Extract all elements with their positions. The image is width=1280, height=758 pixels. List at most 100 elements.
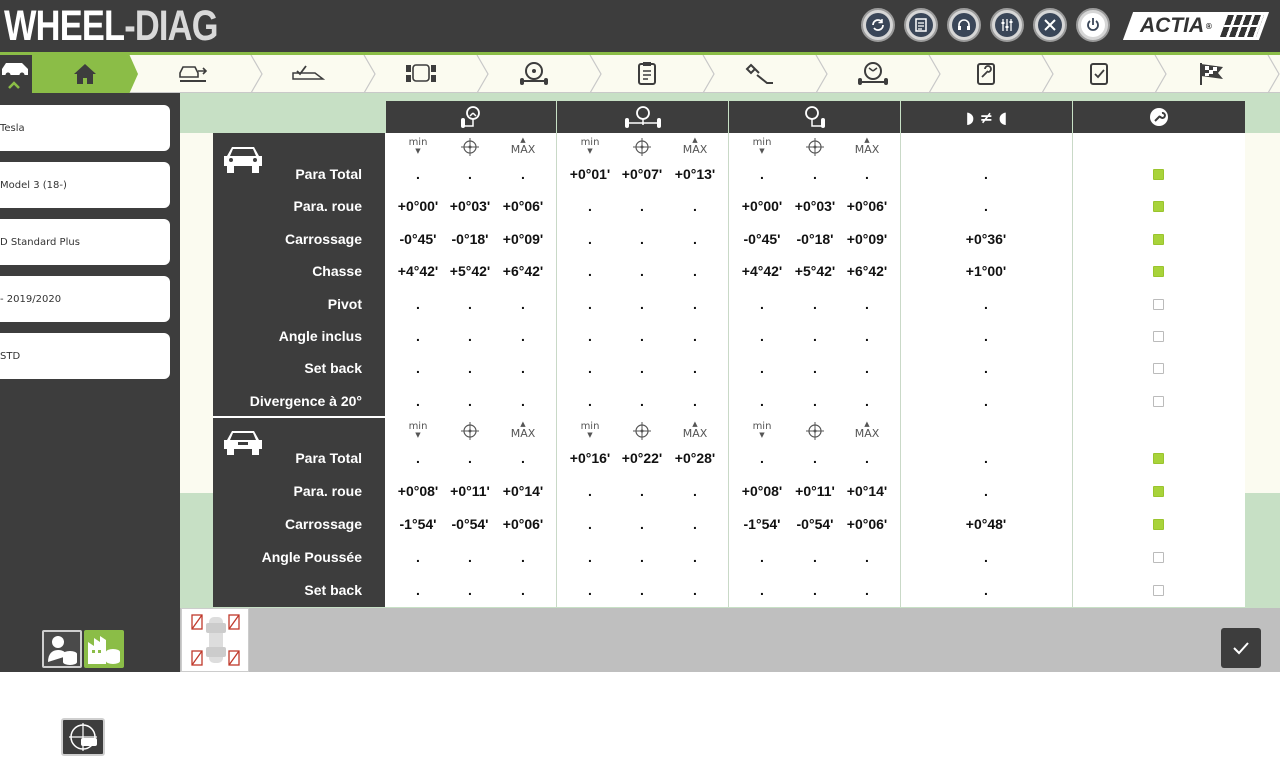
power-button[interactable] xyxy=(1076,8,1110,42)
nav-step-document-tool[interactable] xyxy=(929,55,1043,93)
front-row-label: Para Total xyxy=(295,166,362,182)
adjust-checkbox[interactable] xyxy=(1153,169,1164,180)
adjust-checkbox[interactable] xyxy=(1153,266,1164,278)
col-divider xyxy=(1072,133,1073,607)
nav-step-home[interactable] xyxy=(32,55,138,93)
spec-value: . xyxy=(640,483,644,499)
adjust-checkbox[interactable] xyxy=(1153,331,1164,342)
spec-value: . xyxy=(693,582,697,598)
spec-value: . xyxy=(640,360,644,377)
settings-sliders-button[interactable] xyxy=(990,8,1024,42)
spec-value: . xyxy=(760,582,764,598)
spec-value: . xyxy=(588,516,592,532)
col-divider xyxy=(556,133,557,607)
spec-value: . xyxy=(760,166,764,182)
spec-value: +0°03' xyxy=(794,198,836,215)
spec-value: . xyxy=(760,450,764,466)
spec-value: +0°11' xyxy=(795,483,835,499)
spec-value: -0°54' xyxy=(451,516,489,532)
nav-step-vehicle-sensors[interactable] xyxy=(364,55,478,93)
nav-step-clipboard[interactable] xyxy=(590,55,704,93)
vehicle-years-label: - 2019/2020 xyxy=(0,293,62,305)
home-icon xyxy=(74,64,96,84)
vehicle-option[interactable]: STD xyxy=(0,333,170,379)
spec-value: . xyxy=(521,549,525,565)
spec-value: +0°09' xyxy=(846,230,888,247)
headset-icon xyxy=(952,13,976,37)
user-database-button[interactable] xyxy=(42,630,82,668)
confirm-button[interactable] xyxy=(1221,628,1261,668)
target-icon xyxy=(795,137,835,160)
spec-value: . xyxy=(588,392,592,409)
vehicle-make[interactable]: Tesla xyxy=(0,105,170,151)
spec-value: +0°00' xyxy=(397,198,439,215)
difference-icon: ◗ ≠ ◖ xyxy=(965,107,1008,127)
nav-step-wheel-alignment[interactable] xyxy=(816,55,930,93)
spec-value: . xyxy=(813,392,817,409)
spec-value: . xyxy=(760,328,764,344)
support-button[interactable] xyxy=(947,8,981,42)
wrench-adjust-icon xyxy=(745,63,773,84)
sync-button[interactable] xyxy=(861,8,895,42)
vehicle-tab[interactable] xyxy=(0,55,32,93)
max-label: ▲ MAX xyxy=(682,420,708,441)
sync-icon xyxy=(866,13,890,37)
nav-step-checklist[interactable] xyxy=(1042,55,1156,93)
col-head-front-right xyxy=(729,101,900,133)
axle-separator xyxy=(213,416,385,418)
spec-value: . xyxy=(640,198,644,215)
spec-value: . xyxy=(865,295,869,312)
target-icon xyxy=(795,421,835,444)
spec-value: . xyxy=(521,295,525,312)
spec-value: . xyxy=(416,360,420,377)
adjust-checkbox[interactable] xyxy=(1153,519,1164,530)
adjust-checkbox[interactable] xyxy=(1153,363,1164,375)
nav-step-wrench-adjust[interactable] xyxy=(703,55,817,93)
wheel-sensors-thumbnail[interactable] xyxy=(181,608,249,672)
documents-button[interactable] xyxy=(904,8,938,42)
rear-row-label: Angle Poussée xyxy=(261,549,362,565)
spec-value: . xyxy=(468,166,472,182)
nav-step-ramp[interactable] xyxy=(251,55,365,93)
tolerance-view-button[interactable] xyxy=(61,718,105,756)
manufacturer-database-button[interactable] xyxy=(84,630,124,668)
spec-value: . xyxy=(693,516,697,532)
adjust-checkbox[interactable] xyxy=(1153,552,1164,563)
adjust-checkbox[interactable] xyxy=(1153,298,1164,310)
adjust-checkbox[interactable] xyxy=(1153,453,1164,464)
nav-step-car-lift[interactable] xyxy=(138,55,252,93)
spec-value: +0°36' xyxy=(965,230,1007,247)
spec-value: . xyxy=(693,549,697,565)
document-tool-icon xyxy=(977,63,995,85)
spec-value: +0°22' xyxy=(621,450,663,466)
nav-separator xyxy=(1267,54,1280,94)
adjust-checkbox[interactable] xyxy=(1153,585,1164,596)
vehicle-model[interactable]: Model 3 (18-) xyxy=(0,162,170,208)
factory-database-icon xyxy=(88,636,120,664)
tools-button[interactable] xyxy=(1033,8,1067,42)
spec-value: . xyxy=(984,360,988,377)
spec-value: +4°42' xyxy=(741,263,783,280)
spec-value: . xyxy=(640,516,644,532)
front-row-label: Pivot xyxy=(327,295,362,312)
vehicle-version-label: D Standard Plus xyxy=(0,236,80,248)
adjust-checkbox[interactable] xyxy=(1153,395,1164,407)
adjust-checkbox[interactable] xyxy=(1153,486,1164,497)
spec-value: +0°00' xyxy=(741,198,783,215)
col-head-front-left xyxy=(386,101,556,133)
front-row-label: Angle inclus xyxy=(278,328,362,344)
nav-step-steering-wheel[interactable] xyxy=(477,55,591,93)
spec-value: . xyxy=(416,166,420,182)
spec-value: . xyxy=(468,582,472,598)
vehicle-version[interactable]: D Standard Plus xyxy=(0,219,170,265)
spec-value: . xyxy=(588,582,592,598)
spec-value: . xyxy=(693,328,697,344)
spec-value: +6°42' xyxy=(502,263,544,280)
nav-step-finish-flag[interactable] xyxy=(1155,55,1269,93)
adjust-checkbox[interactable] xyxy=(1153,201,1164,213)
adjust-checkbox[interactable] xyxy=(1153,233,1164,245)
spec-value: . xyxy=(640,230,644,247)
vehicle-years[interactable]: - 2019/2020 xyxy=(0,276,170,322)
spec-value: . xyxy=(416,328,420,344)
front-row-label: Carrossage xyxy=(284,230,362,247)
